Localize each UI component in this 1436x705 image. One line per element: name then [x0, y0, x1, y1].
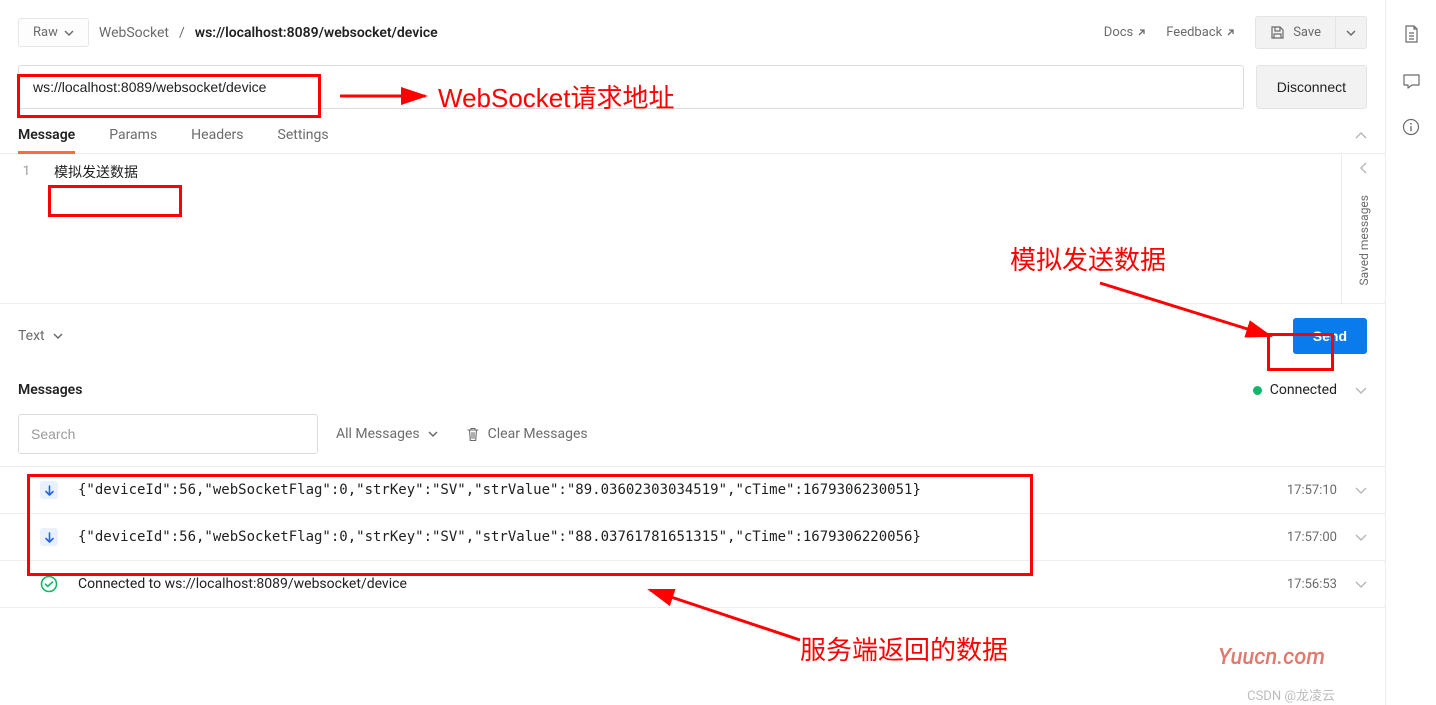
message-filter-label: All Messages — [336, 426, 420, 442]
feedback-link[interactable]: Feedback — [1166, 25, 1235, 40]
messages-collapse-toggle[interactable] — [1355, 382, 1367, 398]
body-type-label: Text — [18, 328, 45, 344]
save-dropdown-button[interactable] — [1336, 16, 1367, 49]
arrow-down-icon — [40, 528, 58, 546]
watermark: Yuucn.com — [1218, 645, 1325, 670]
comment-icon[interactable] — [1402, 72, 1421, 94]
collapse-toggle[interactable] — [1355, 128, 1367, 153]
message-time: 17:57:10 — [1287, 483, 1337, 498]
status-text: Connected — [1270, 382, 1337, 398]
breadcrumb-websocket[interactable]: WebSocket — [99, 25, 169, 41]
docs-label: Docs — [1104, 25, 1133, 40]
watermark: CSDN @龙凌云 — [1247, 685, 1335, 704]
message-time: 17:56:53 — [1287, 577, 1337, 592]
body-type-dropdown[interactable]: Text — [18, 328, 63, 344]
message-expand-toggle[interactable] — [1355, 530, 1367, 545]
chevron-down-icon — [64, 30, 74, 36]
save-button[interactable]: Save — [1255, 16, 1336, 49]
docs-link[interactable]: Docs — [1104, 25, 1146, 40]
tab-message[interactable]: Message — [18, 127, 75, 153]
info-icon[interactable] — [1402, 118, 1420, 140]
message-text: {"deviceId":56,"webSocketFlag":0,"strKey… — [78, 482, 1267, 498]
search-input[interactable] — [18, 414, 318, 454]
messages-title: Messages — [18, 382, 82, 398]
arrow-down-icon — [40, 481, 58, 499]
feedback-label: Feedback — [1166, 25, 1222, 40]
chevron-down-icon — [1355, 487, 1367, 494]
message-expand-toggle[interactable] — [1355, 577, 1367, 592]
chevron-down-icon — [1346, 30, 1356, 36]
annotation-text: 服务端返回的数据 — [800, 630, 1008, 667]
save-label: Save — [1293, 25, 1321, 40]
breadcrumb-separator: / — [179, 25, 185, 41]
saved-messages-label[interactable]: Saved messages — [1357, 195, 1371, 286]
clear-messages-label: Clear Messages — [488, 426, 588, 442]
editor-expand-toggle[interactable] — [1360, 162, 1367, 178]
message-time: 17:57:00 — [1287, 530, 1337, 545]
tab-params[interactable]: Params — [109, 127, 157, 153]
annotation-arrow-icon — [340, 84, 435, 108]
save-icon — [1270, 25, 1285, 40]
annotation-arrow-icon — [640, 585, 810, 645]
disconnect-button[interactable]: Disconnect — [1256, 65, 1367, 109]
raw-dropdown[interactable]: Raw — [18, 18, 89, 47]
message-row[interactable]: {"deviceId":56,"webSocketFlag":0,"strKey… — [0, 514, 1385, 561]
breadcrumb: WebSocket / ws://localhost:8089/websocke… — [99, 25, 438, 41]
message-expand-toggle[interactable] — [1355, 483, 1367, 498]
chevron-down-icon — [1355, 387, 1367, 394]
document-icon[interactable] — [1403, 24, 1420, 48]
clear-messages-button[interactable]: Clear Messages — [466, 426, 588, 442]
external-icon — [1226, 28, 1235, 37]
chevron-up-icon — [1355, 132, 1367, 139]
editor-linenum: 1 — [0, 154, 44, 190]
chevron-down-icon — [1355, 534, 1367, 541]
chevron-down-icon — [53, 333, 63, 339]
url-input[interactable] — [18, 65, 1244, 109]
check-circle-icon — [40, 575, 58, 593]
chevron-left-icon — [1360, 162, 1367, 174]
connection-status: Connected — [1253, 382, 1337, 398]
annotation-arrow-icon — [1095, 278, 1285, 346]
send-button[interactable]: Send — [1293, 318, 1367, 354]
tab-settings[interactable]: Settings — [278, 127, 329, 153]
message-text: {"deviceId":56,"webSocketFlag":0,"strKey… — [78, 529, 1267, 545]
breadcrumb-path: ws://localhost:8089/websocket/device — [195, 25, 438, 41]
raw-label: Raw — [33, 25, 58, 40]
external-icon — [1137, 28, 1146, 37]
trash-icon — [466, 427, 480, 442]
chevron-down-icon — [1355, 581, 1367, 588]
status-dot-icon — [1253, 386, 1262, 395]
tab-headers[interactable]: Headers — [191, 127, 243, 153]
message-filter-dropdown[interactable]: All Messages — [336, 426, 438, 442]
message-row[interactable]: {"deviceId":56,"webSocketFlag":0,"strKey… — [0, 467, 1385, 514]
chevron-down-icon — [428, 431, 438, 437]
editor-content[interactable]: 模拟发送数据 — [44, 154, 1385, 190]
